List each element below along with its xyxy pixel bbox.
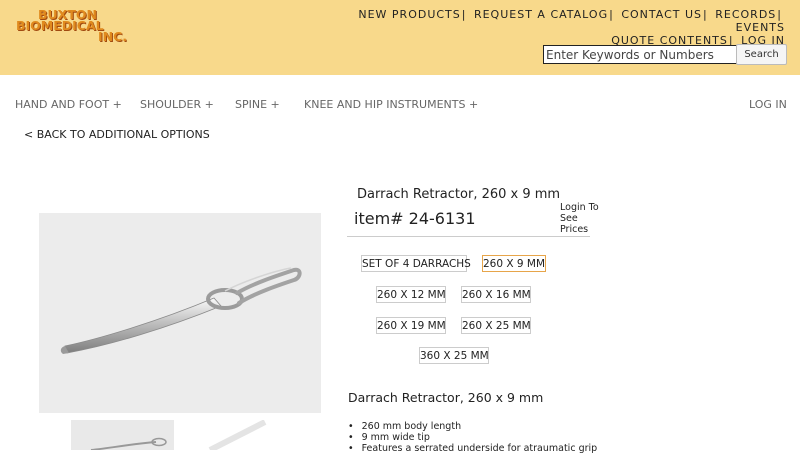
option-260x16[interactable]: 260 X 16 MM <box>461 286 531 303</box>
feature-list: 260 mm body length 9 mm wide tip Feature… <box>348 421 598 454</box>
login-to-see-prices-link[interactable]: Login To See Prices <box>560 202 600 235</box>
feature-item: 260 mm body length <box>348 421 597 432</box>
retractor-illustration <box>60 267 302 354</box>
description-title: Darrach Retractor, 260 x 9 mm <box>348 390 544 405</box>
divider <box>347 236 590 237</box>
item-number: item# 24-6131 <box>354 209 476 228</box>
option-260x9-selected[interactable]: 260 X 9 MM <box>482 255 546 272</box>
search-input[interactable] <box>543 45 739 64</box>
nav-contact-us[interactable]: CONTACT US <box>621 8 702 21</box>
option-set-of-4-darrachs[interactable]: SET OF 4 DARRACHS <box>361 255 471 272</box>
thumbnail-2[interactable] <box>190 419 280 453</box>
site-header: BUXTON BIOMEDICAL INC. NEW PRODUCTS| REQ… <box>0 0 800 75</box>
nav-records[interactable]: RECORDS <box>715 8 776 21</box>
product-title: Darrach Retractor, 260 x 9 mm <box>357 187 561 202</box>
product-image[interactable] <box>39 213 321 413</box>
top-navigation: NEW PRODUCTS| REQUEST A CATALOG| CONTACT… <box>358 8 785 47</box>
thumbnail-1[interactable] <box>71 420 174 451</box>
nav-request-catalog[interactable]: REQUEST A CATALOG <box>474 8 608 21</box>
back-to-options-link[interactable]: < BACK TO ADDITIONAL OPTIONS <box>24 128 210 141</box>
option-260x12[interactable]: 260 X 12 MM <box>376 286 446 303</box>
buxton-logo[interactable]: BUXTON BIOMEDICAL INC. <box>16 8 142 43</box>
option-260x19[interactable]: 260 X 19 MM <box>376 317 446 334</box>
menu-log-in[interactable]: LOG IN <box>749 98 787 111</box>
option-360x25[interactable]: 360 X 25 MM <box>419 347 489 364</box>
nav-events[interactable]: EVENTS <box>736 21 785 34</box>
nav-new-products[interactable]: NEW PRODUCTS <box>358 8 460 21</box>
menu-spine[interactable]: SPINE + <box>235 98 280 111</box>
search-button[interactable]: Search <box>736 44 787 65</box>
feature-item: 9 mm wide tip <box>348 432 597 443</box>
thumbnail-retractor-side-illustration <box>208 419 267 453</box>
thumbnail-retractor-illustration <box>90 437 167 451</box>
menu-knee-and-hip[interactable]: KNEE AND HIP INSTRUMENTS + <box>304 98 478 111</box>
option-260x25[interactable]: 260 X 25 MM <box>461 317 531 334</box>
menu-hand-and-foot[interactable]: HAND AND FOOT + <box>15 98 122 111</box>
menu-shoulder[interactable]: SHOULDER + <box>140 98 214 111</box>
feature-item: Features a serrated underside for atraum… <box>348 443 598 454</box>
